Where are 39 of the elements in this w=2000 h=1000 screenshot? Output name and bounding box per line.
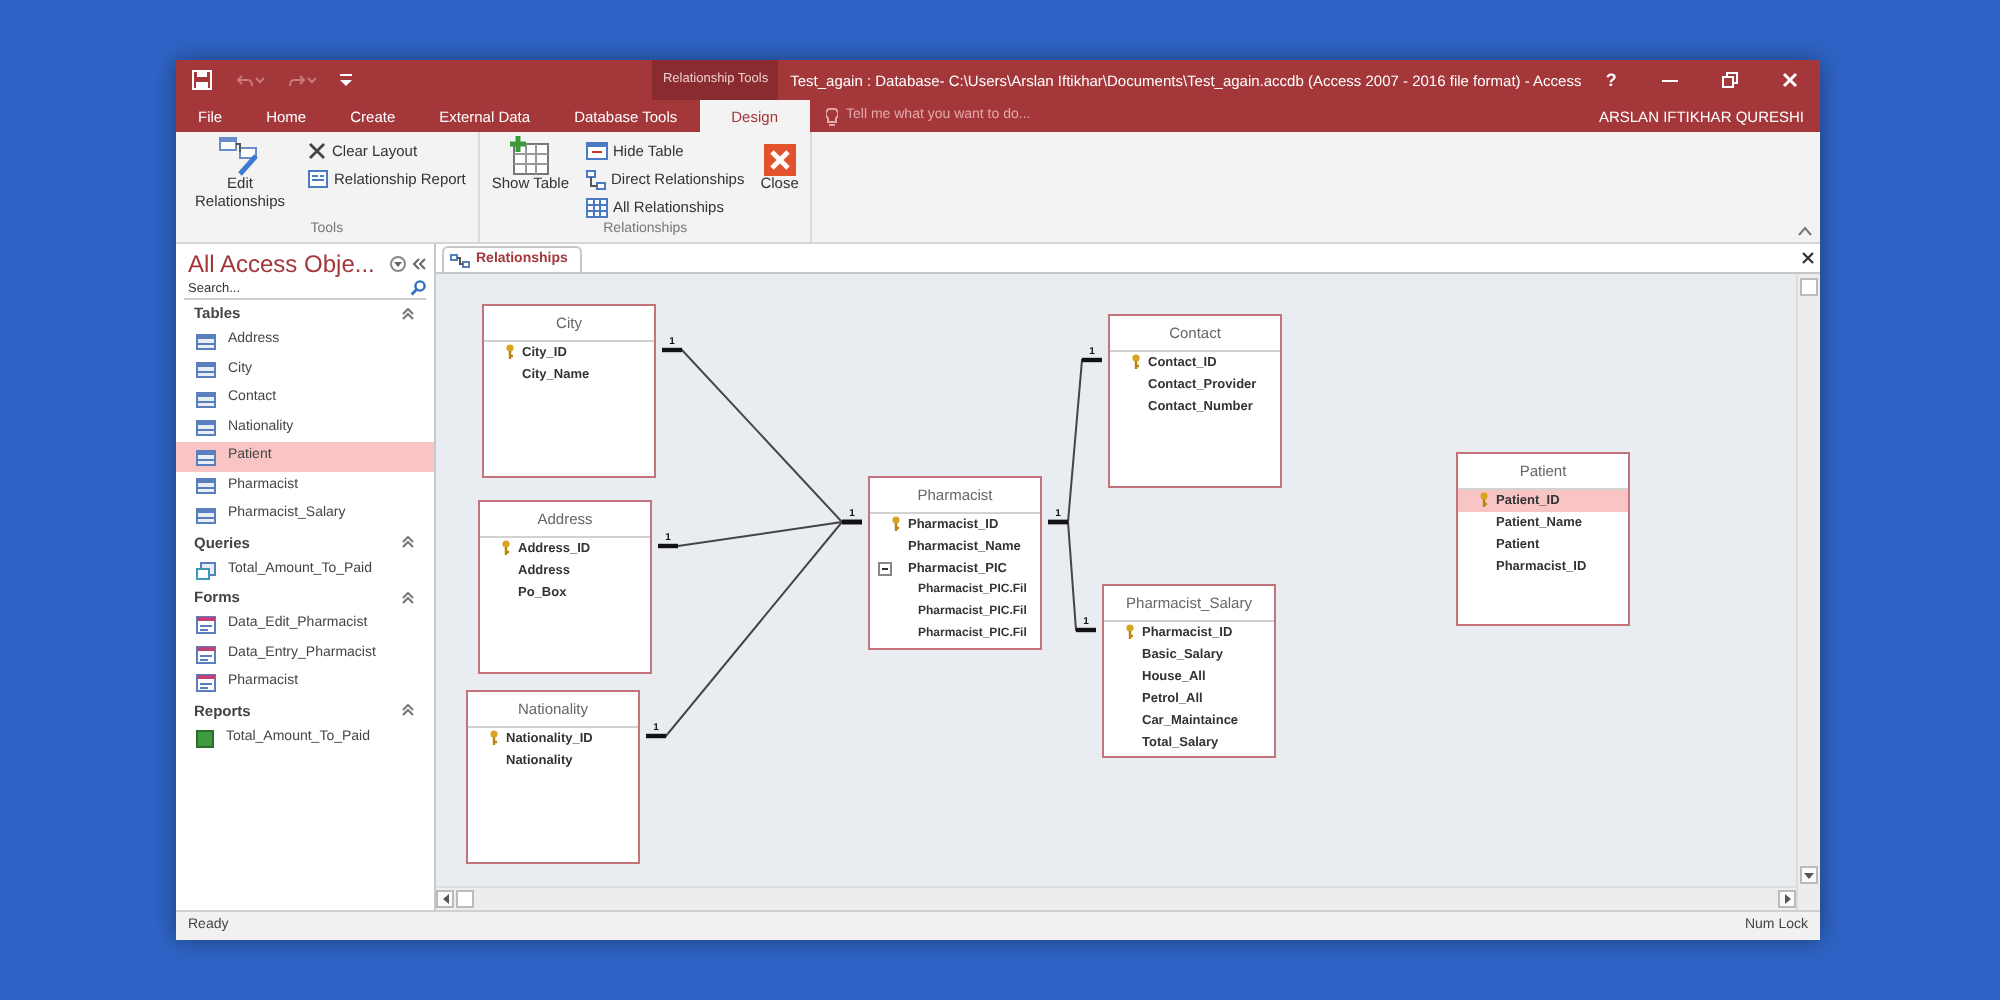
form-icon [196, 616, 216, 635]
restore-icon[interactable] [1722, 72, 1739, 88]
table-minus-icon [585, 142, 608, 160]
table-icon [196, 391, 216, 408]
form-icon [196, 645, 216, 664]
scroll-thumb[interactable] [1800, 278, 1818, 296]
relationships-icon [450, 253, 470, 267]
save-icon[interactable] [192, 70, 212, 90]
table-icon [196, 420, 216, 437]
horizontal-scrollbar[interactable] [436, 886, 1796, 910]
vertical-scrollbar[interactable] [1796, 274, 1820, 910]
table-icon [196, 362, 216, 379]
collapse-icon[interactable] [878, 562, 892, 576]
relationship-line[interactable] [1047, 519, 1097, 633]
pane-title[interactable]: All Access Obje... [188, 250, 384, 279]
table-icon [196, 478, 216, 495]
customize-icon[interactable] [340, 74, 352, 86]
dropdown-icon[interactable] [390, 256, 406, 273]
table-icon [196, 449, 216, 466]
close-icon [763, 144, 796, 176]
x-icon [308, 142, 326, 160]
collapse-ribbon-icon[interactable] [1798, 226, 1812, 236]
grid-icon [585, 197, 608, 217]
form-icon [196, 674, 216, 693]
collapse-pane-icon[interactable] [412, 258, 426, 271]
scroll-thumb[interactable] [456, 890, 474, 908]
right-arrow-icon[interactable] [1783, 894, 1791, 904]
search-icon[interactable] [410, 280, 426, 297]
query-icon [196, 561, 216, 580]
down-arrow-icon[interactable] [1804, 871, 1814, 879]
lightbulb-icon [826, 107, 838, 125]
report-icon [196, 729, 214, 748]
report-icon [308, 170, 328, 188]
linked-tables-icon [585, 169, 606, 189]
table-icon [196, 507, 216, 524]
table-icon [196, 333, 216, 350]
close-icon[interactable] [1802, 252, 1814, 264]
help-button[interactable]: ? [1581, 60, 1642, 100]
left-arrow-icon[interactable] [441, 894, 449, 904]
